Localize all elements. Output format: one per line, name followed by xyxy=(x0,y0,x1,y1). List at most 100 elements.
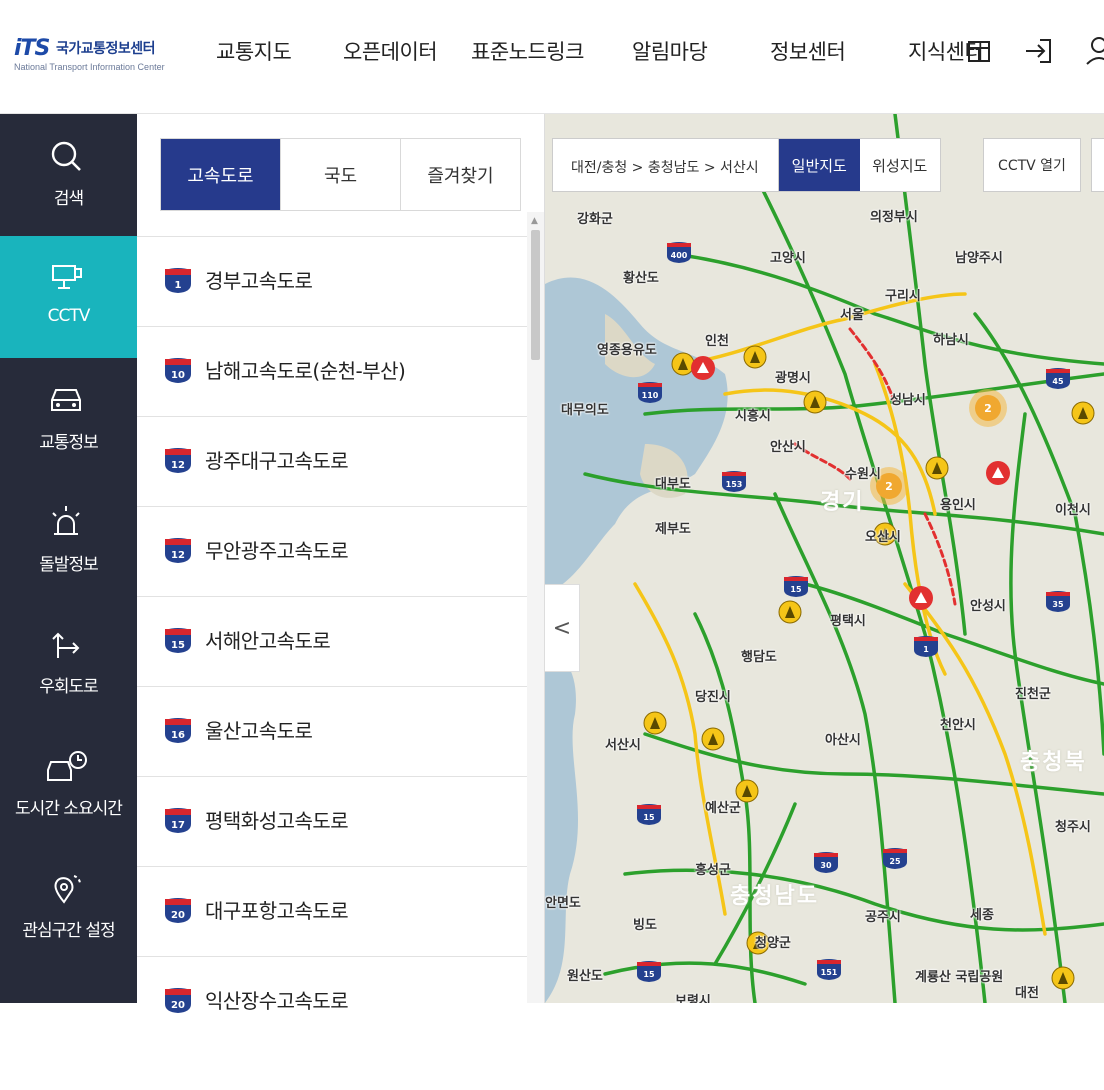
construction-cone-icon[interactable] xyxy=(1071,401,1095,425)
expressway-list-item[interactable]: 12 무안광주고속도로 xyxy=(137,506,527,596)
route-shield-icon: 45 xyxy=(1046,368,1070,389)
construction-cone-icon[interactable] xyxy=(803,390,827,414)
incident-alert-icon[interactable] xyxy=(986,461,1010,485)
map-place-label: 구리시 xyxy=(885,289,921,304)
map-place-label: 공주시 xyxy=(865,910,901,925)
nav-info-center[interactable]: 정보센터 xyxy=(770,36,846,66)
sidebar-item-label: 돌발정보 xyxy=(39,555,99,575)
location-pin-icon xyxy=(54,875,81,904)
sidebar-item-intercity-time[interactable]: 도시간 소요시간 xyxy=(0,724,137,846)
scrollbar-thumb[interactable] xyxy=(531,230,540,360)
expressway-list-item[interactable]: 17 평택화성고속도로 xyxy=(137,776,527,866)
nav-standard-node-link[interactable]: 표준노드링크 xyxy=(471,36,584,66)
map-extra-button[interactable] xyxy=(1091,138,1104,192)
shield-number: 1 xyxy=(175,280,182,291)
route-shield-icon: 110 xyxy=(638,382,662,403)
svg-text:153: 153 xyxy=(726,480,743,489)
map-place-label: 수원시 xyxy=(845,467,881,482)
incident-alert-icon[interactable] xyxy=(909,586,933,610)
sidebar-item-more[interactable] xyxy=(0,968,137,1090)
route-shield-icon: 15 xyxy=(637,961,661,982)
map-place-label: 서산시 xyxy=(605,738,641,753)
svg-text:30: 30 xyxy=(820,861,832,870)
normal-map-button[interactable]: 일반지도 xyxy=(779,139,860,191)
construction-cone-icon[interactable] xyxy=(743,345,767,369)
tab-expressway[interactable]: 고속도로 xyxy=(161,139,281,210)
expressway-list-item[interactable]: 10 남해고속도로(순천-부산) xyxy=(137,326,527,416)
construction-cone-icon[interactable] xyxy=(1051,966,1075,990)
map-place-label: 원산도 xyxy=(567,969,603,984)
traffic-map[interactable]: 2 2 400 110 153 15 45 35 1 15 30 25 151 15 대전/충청 > 충청… xyxy=(545,114,1104,1003)
expressway-list-item[interactable]: 16 울산고속도로 xyxy=(137,686,527,776)
svg-text:2: 2 xyxy=(984,402,992,415)
nav-open-data[interactable]: 오픈데이터 xyxy=(343,36,438,66)
incident-alert-icon[interactable] xyxy=(691,356,715,380)
scroll-up-arrow-icon[interactable]: ▲ xyxy=(531,216,538,226)
expressway-shield-icon: 20 xyxy=(165,988,191,1013)
svg-text:2: 2 xyxy=(885,480,893,493)
map-place-label: 안면도 xyxy=(545,896,581,911)
map-place-label: 의정부시 xyxy=(870,210,918,225)
map-place-label: 천안시 xyxy=(940,718,976,733)
map-place-label: 인천 xyxy=(705,334,729,349)
expressway-name: 남해고속도로(순천-부산) xyxy=(205,359,406,383)
map-place-label: 하남시 xyxy=(933,333,969,348)
panel-collapse-button[interactable]: < xyxy=(545,584,580,672)
expressway-list-item[interactable]: 1 경부고속도로 xyxy=(137,236,527,326)
tab-favorites[interactable]: 즐겨찾기 xyxy=(401,139,520,210)
sidebar-item-label: 검색 xyxy=(53,189,84,209)
login-icon[interactable] xyxy=(1022,34,1056,68)
map-canvas[interactable]: 2 2 400 110 153 15 45 35 1 15 30 25 151 15 xyxy=(545,114,1104,1003)
user-icon[interactable] xyxy=(1082,34,1104,68)
list-scrollbar[interactable]: ▲ xyxy=(527,212,544,1003)
construction-cone-icon[interactable] xyxy=(701,727,725,751)
sidebar-item-label: 교통정보 xyxy=(39,433,99,453)
map-place-label: 청양군 xyxy=(755,936,791,951)
map-place-label: 황산도 xyxy=(623,271,659,286)
nav-traffic-map[interactable]: 교통지도 xyxy=(216,36,292,66)
detour-arrow-icon xyxy=(52,632,80,658)
sidebar-item-incident[interactable]: 돌발정보 xyxy=(0,480,137,602)
map-place-label: 영종용유도 xyxy=(597,343,657,358)
road-type-tabs: 고속도로 국도 즐겨찾기 xyxy=(160,138,521,211)
shield-number: 15 xyxy=(171,640,185,651)
site-logo[interactable]: iTS 국가교통정보센터 National Transport Informat… xyxy=(14,36,194,76)
tab-national-road[interactable]: 국도 xyxy=(281,139,401,210)
map-place-label: 충청북 xyxy=(1020,750,1087,775)
expressway-list-item[interactable]: 20 대구포항고속도로 xyxy=(137,866,527,956)
sitemap-icon[interactable] xyxy=(962,34,996,68)
construction-cone-icon[interactable] xyxy=(643,711,667,735)
shield-number: 16 xyxy=(171,730,185,741)
sidebar-item-cctv[interactable]: CCTV xyxy=(0,236,137,358)
cctv-open-button[interactable]: CCTV 열기 xyxy=(983,138,1081,192)
sidebar-item-traffic-info[interactable]: 교통정보 xyxy=(0,358,137,480)
map-place-label: 제부도 xyxy=(655,522,691,537)
expressway-name: 무안광주고속도로 xyxy=(205,539,349,563)
route-shield-icon: 15 xyxy=(784,576,808,597)
sidebar-item-search[interactable]: 검색 xyxy=(0,114,137,236)
expressway-list-item[interactable]: 12 광주대구고속도로 xyxy=(137,416,527,506)
construction-cone-icon[interactable] xyxy=(671,352,695,376)
sidebar-item-detour[interactable]: 우회도로 xyxy=(0,602,137,724)
route-shield-icon: 30 xyxy=(814,852,838,873)
shield-number: 12 xyxy=(171,550,185,561)
logo-english-name: National Transport Information Center xyxy=(14,62,165,72)
car-clock-icon xyxy=(47,751,87,781)
svg-text:151: 151 xyxy=(821,968,838,977)
map-place-label: 계룡산 국립공원 xyxy=(915,970,1004,985)
nav-notice[interactable]: 알림마당 xyxy=(632,36,708,66)
sidebar-item-interest-section[interactable]: 관심구간 설정 xyxy=(0,846,137,968)
satellite-map-button[interactable]: 위성지도 xyxy=(860,139,941,191)
map-place-label: 진천군 xyxy=(1015,687,1051,702)
road-list-panel: 고속도로 국도 즐겨찾기 1 경부고속도로 10 남해고속도로(순천-부산) 12 광주대… xyxy=(137,114,545,1013)
expressway-list-item[interactable]: 20 익산장수고속도로 xyxy=(137,956,527,1046)
region-breadcrumb[interactable]: 대전/충청 > 충청남도 > 서산시 xyxy=(552,138,782,192)
map-place-label: 빙도 xyxy=(633,918,657,933)
cctv-cluster-marker[interactable]: 2 xyxy=(969,389,1007,427)
svg-text:400: 400 xyxy=(671,251,688,260)
car-icon xyxy=(51,389,81,411)
construction-cone-icon[interactable] xyxy=(925,456,949,480)
expressway-list-item[interactable]: 15 서해안고속도로 xyxy=(137,596,527,686)
construction-cone-icon[interactable] xyxy=(778,600,802,624)
svg-text:15: 15 xyxy=(643,813,655,822)
